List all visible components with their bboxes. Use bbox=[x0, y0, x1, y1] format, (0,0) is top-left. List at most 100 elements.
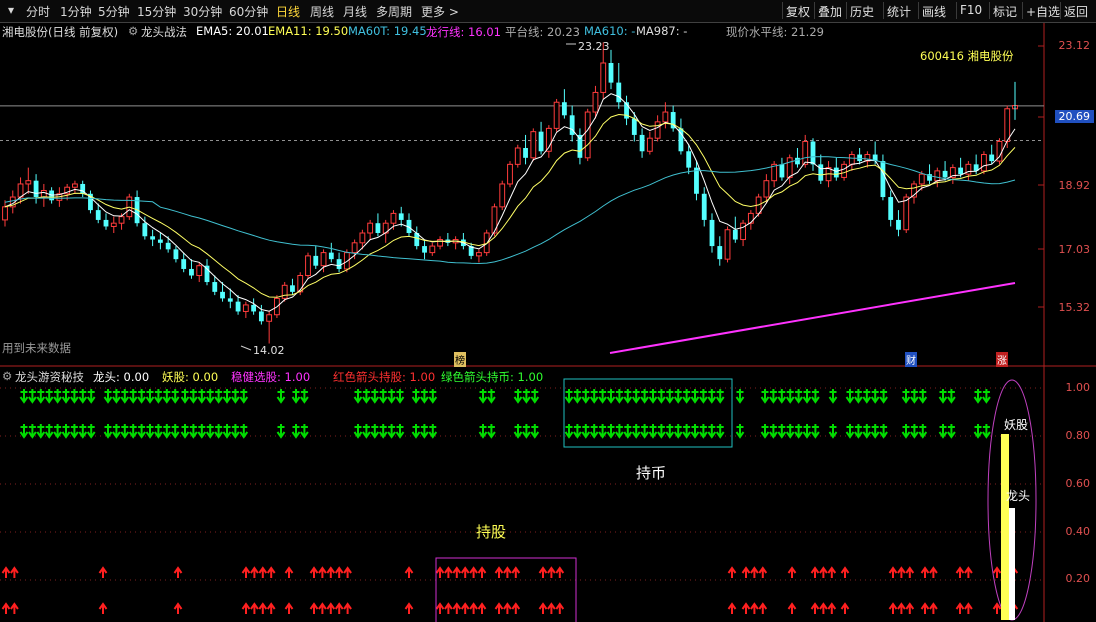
toolbar-button-0[interactable]: 复权 bbox=[786, 3, 810, 20]
period-tab-2[interactable]: 5分钟 bbox=[98, 3, 130, 20]
green-arrow-52 bbox=[640, 389, 649, 404]
period-tab-6[interactable]: 日线 bbox=[276, 3, 300, 20]
red-arrow-36 bbox=[888, 566, 898, 578]
badge-zhang[interactable]: 涨 bbox=[996, 352, 1008, 367]
xianjia-value: 现价水平线: 21.29 bbox=[726, 25, 824, 39]
green-arrow-94 bbox=[120, 424, 130, 439]
green-arrow-108 bbox=[239, 424, 249, 439]
badge-cai[interactable]: 财 bbox=[905, 352, 917, 367]
green-arrow-18 bbox=[180, 389, 190, 404]
period-tab-1[interactable]: 1分钟 bbox=[60, 3, 92, 20]
green-arrow-63 bbox=[760, 389, 770, 404]
candle-body-96 bbox=[747, 212, 754, 224]
period-tab-5[interactable]: 60分钟 bbox=[229, 3, 268, 20]
period-tab-0[interactable]: 分时 bbox=[26, 3, 50, 20]
green-arrow-129 bbox=[589, 424, 599, 439]
candle-body-69 bbox=[538, 131, 544, 152]
green-arrow-118 bbox=[411, 424, 421, 439]
toolbar-separator bbox=[814, 2, 815, 19]
period-tab-3[interactable]: 15分钟 bbox=[137, 3, 176, 20]
badge-bang[interactable]: 榜 bbox=[454, 352, 466, 367]
toolbar-button-6[interactable]: 标记 bbox=[993, 3, 1017, 20]
red-arrow-85 bbox=[920, 602, 930, 614]
indicator-name[interactable]: 龙头战法 bbox=[141, 24, 187, 40]
green-arrow-163 bbox=[947, 424, 956, 439]
red-arrow-2 bbox=[98, 566, 108, 578]
red-arrow-20 bbox=[477, 566, 487, 578]
candle-body-123 bbox=[958, 167, 964, 175]
toolbar-button-4[interactable]: 画线 bbox=[922, 3, 946, 20]
candle-body-24 bbox=[189, 268, 194, 276]
sub-gear-icon[interactable]: ⚙ bbox=[2, 369, 12, 383]
green-arrow-30 bbox=[362, 389, 371, 404]
chibi-label: 持币 bbox=[636, 464, 667, 482]
red-arrow-6 bbox=[258, 566, 268, 578]
candle-body-4 bbox=[33, 180, 39, 198]
green-arrow-86 bbox=[44, 424, 54, 439]
candle-body-101 bbox=[786, 157, 793, 178]
toolbar-button-8[interactable]: 返回 bbox=[1064, 3, 1088, 20]
toolbar-button-3[interactable]: 统计 bbox=[887, 3, 911, 20]
green-arrow-122 bbox=[487, 424, 496, 439]
main-chart-title[interactable]: 湘电股份(日线 前复权) bbox=[2, 24, 118, 40]
green-arrow-43 bbox=[564, 389, 574, 404]
candle-body-5 bbox=[40, 190, 47, 198]
period-tab-4[interactable]: 30分钟 bbox=[183, 3, 222, 20]
green-arrow-92 bbox=[103, 424, 113, 439]
period-tab-10[interactable]: 更多 > bbox=[421, 3, 459, 20]
period-tab-8[interactable]: 月线 bbox=[343, 3, 367, 20]
longtou-bar bbox=[1009, 508, 1015, 620]
green-arrow-46 bbox=[589, 389, 599, 404]
sub-indicator-name[interactable]: 龙头游资秘技 bbox=[15, 369, 84, 385]
green-arrow-71 bbox=[845, 389, 855, 404]
toolbar-button-1[interactable]: 叠加 bbox=[818, 3, 842, 20]
candle-body-18 bbox=[142, 223, 148, 237]
red-arrow-72 bbox=[555, 602, 565, 614]
toolbar-button-7[interactable]: +自选 bbox=[1026, 3, 1060, 20]
red-arrow-34 bbox=[827, 566, 837, 578]
low-marker bbox=[240, 345, 252, 351]
green-arrow-1 bbox=[28, 389, 37, 404]
candle-body-37 bbox=[290, 285, 295, 292]
green-arrow-85 bbox=[36, 424, 46, 439]
toolbar-button-2[interactable]: 历史 bbox=[850, 3, 874, 20]
sub-axis-4: 0.40 bbox=[1065, 525, 1091, 538]
red-arrow-15 bbox=[435, 566, 445, 578]
toolbar-separator bbox=[918, 2, 919, 19]
green-arrow-161 bbox=[918, 424, 928, 439]
green-arrow-145 bbox=[735, 424, 745, 439]
green-arrow-159 bbox=[901, 424, 911, 439]
candle-body-108 bbox=[841, 163, 847, 178]
green-arrow-80 bbox=[947, 389, 956, 404]
green-arrow-97 bbox=[145, 424, 155, 439]
red-arrow-54 bbox=[284, 602, 294, 614]
candle-body-32 bbox=[251, 304, 257, 312]
period-tab-7[interactable]: 周线 bbox=[310, 3, 334, 20]
candle-body-30 bbox=[235, 301, 241, 312]
red-arrow-21 bbox=[494, 566, 504, 578]
candle-body-72 bbox=[561, 102, 567, 116]
red-arrow-24 bbox=[538, 566, 548, 578]
red-arrow-0 bbox=[1, 566, 11, 578]
sub-axis-3: 0.60 bbox=[1065, 477, 1091, 490]
red-arrow-5 bbox=[250, 566, 259, 578]
green-arrow-114 bbox=[370, 424, 380, 439]
green-arrow-23 bbox=[222, 389, 232, 404]
green-arrow-14 bbox=[145, 389, 155, 404]
candle-body-90 bbox=[701, 193, 707, 220]
red-arrow-35 bbox=[840, 566, 850, 578]
red-arrow-27 bbox=[727, 566, 737, 578]
green-arrow-81 bbox=[973, 389, 983, 404]
candle-body-118 bbox=[918, 173, 925, 185]
green-arrow-138 bbox=[665, 424, 675, 439]
toolbar-button-5[interactable]: F10 bbox=[960, 3, 982, 17]
green-arrow-164 bbox=[973, 424, 983, 439]
green-arrow-153 bbox=[828, 424, 838, 439]
gear-icon[interactable]: ⚙ bbox=[128, 24, 138, 38]
candle-body-2 bbox=[17, 183, 24, 198]
green-arrow-45 bbox=[581, 389, 591, 404]
green-arrow-103 bbox=[197, 424, 207, 439]
period-tab-9[interactable]: 多周期 bbox=[376, 3, 412, 20]
dropdown-icon[interactable]: ▾ bbox=[8, 3, 14, 17]
green-arrow-157 bbox=[870, 424, 880, 439]
